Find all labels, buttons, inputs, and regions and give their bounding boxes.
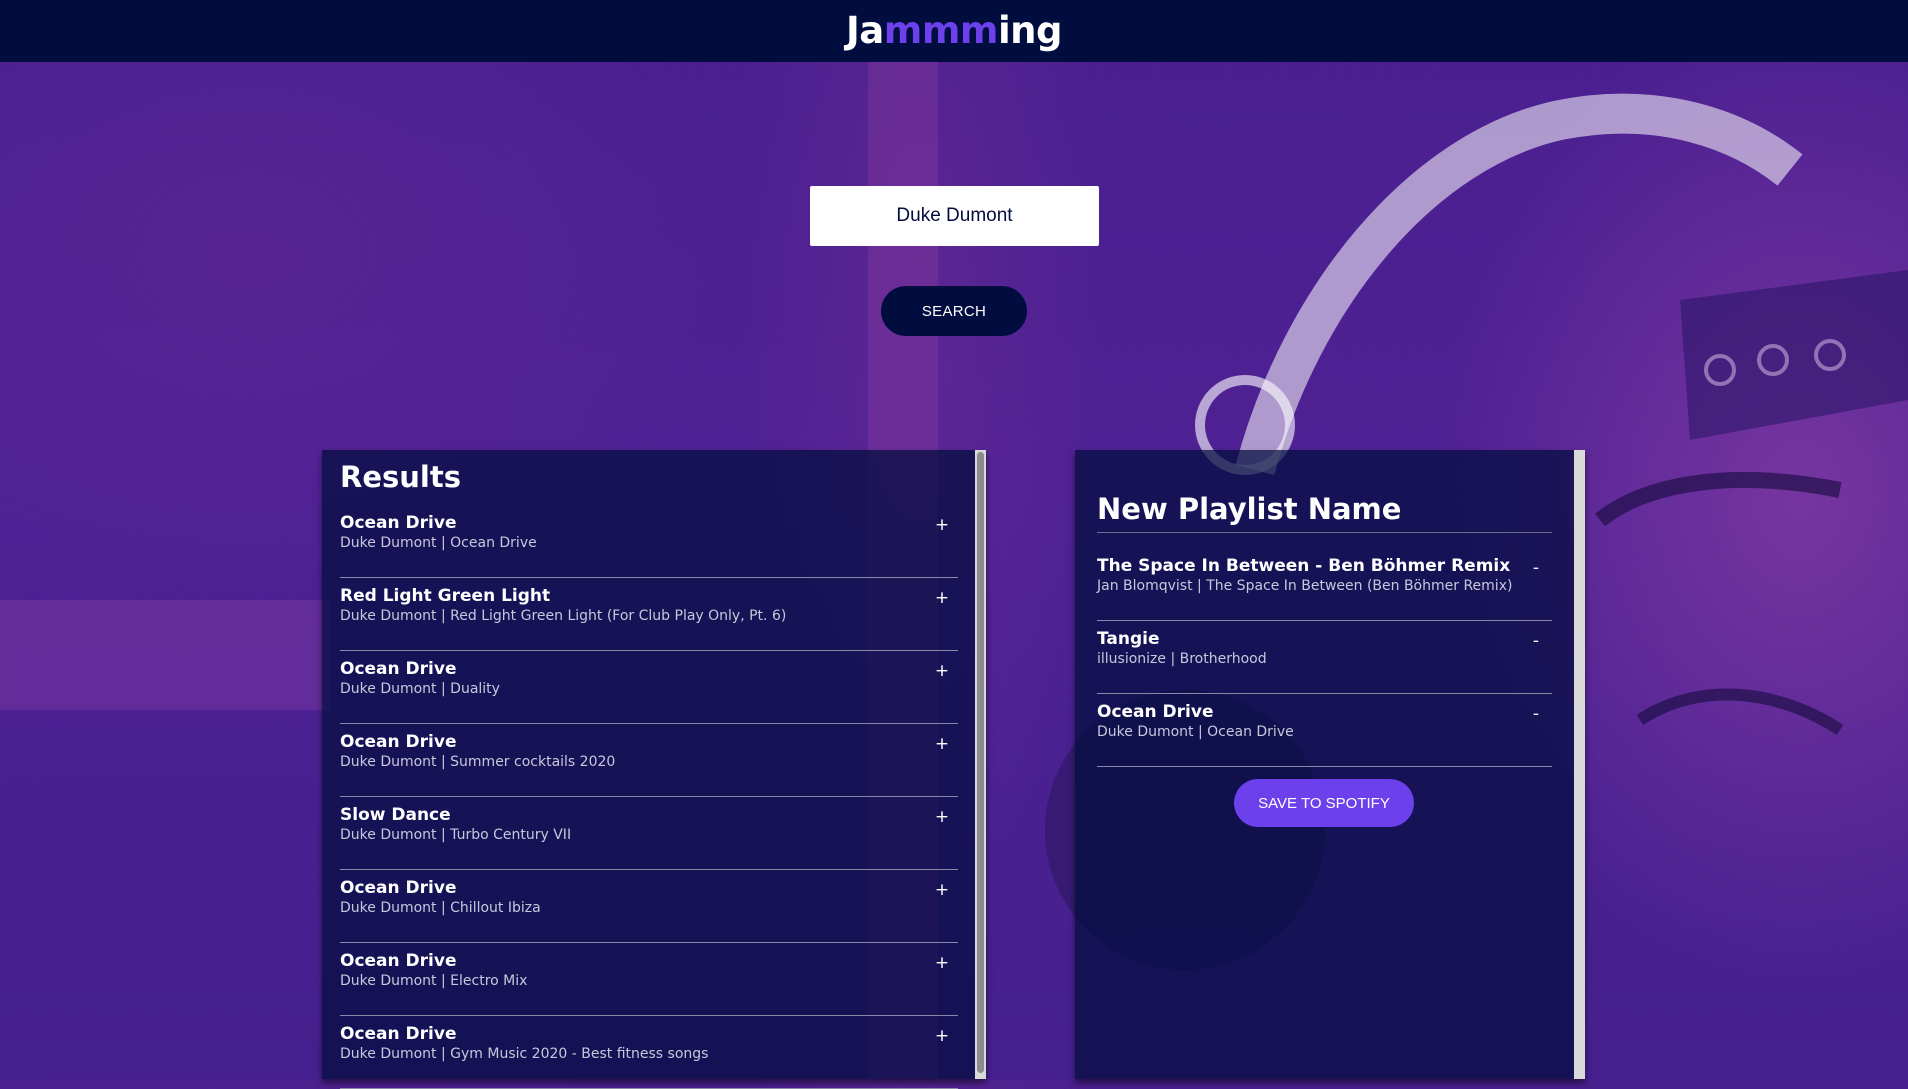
track-row: Ocean Drive Duke Dumont | Gym Music 2020 … (340, 1016, 958, 1089)
track-info: Duke Dumont | Duality (340, 681, 500, 697)
track-name: The Space In Between - Ben Böhmer Remix (1097, 556, 1511, 576)
playlist-scrollbar[interactable] (1574, 450, 1585, 1079)
track-row: Ocean Drive Duke Dumont | Duality + (340, 651, 958, 724)
app-header: Jammming (0, 0, 1908, 62)
track-info: Duke Dumont | Electro Mix (340, 973, 528, 989)
track-info: Duke Dumont | Turbo Century VII (340, 827, 572, 843)
track-row: Ocean Drive Duke Dumont | Ocean Drive - (1097, 694, 1552, 767)
track-info: Duke Dumont | Ocean Drive (340, 535, 537, 551)
save-to-spotify-button[interactable]: SAVE TO SPOTIFY (1234, 779, 1414, 827)
track-row: Ocean Drive Duke Dumont | Ocean Drive + (340, 505, 958, 578)
track-info: Jan Blomqvist | The Space In Between (Be… (1097, 578, 1513, 594)
track-name: Ocean Drive (340, 951, 457, 971)
add-track-button[interactable]: + (934, 661, 950, 681)
add-track-button[interactable]: + (934, 1026, 950, 1046)
track-info: Duke Dumont | Summer cocktails 2020 (340, 754, 616, 770)
playlist-name-input[interactable]: New Playlist Name (1097, 492, 1552, 533)
track-name: Tangie (1097, 629, 1160, 649)
track-row: Tangie illusionize | Brotherhood - (1097, 621, 1552, 694)
add-track-button[interactable]: + (934, 588, 950, 608)
track-name: Ocean Drive (340, 1024, 457, 1044)
track-name: Red Light Green Light (340, 586, 551, 606)
remove-track-button[interactable]: - (1528, 558, 1544, 578)
playlist-panel: New Playlist Name The Space In Between -… (1075, 450, 1585, 1079)
track-row: Red Light Green Light Duke Dumont | Red L… (340, 578, 958, 651)
track-info: Duke Dumont | Ocean Drive (1097, 724, 1294, 740)
track-row: Ocean Drive Duke Dumont | Chillout Ibiza + (340, 870, 958, 943)
track-name: Ocean Drive (340, 513, 457, 533)
track-name: Slow Dance (340, 805, 451, 825)
track-name: Ocean Drive (340, 732, 457, 752)
add-track-button[interactable]: + (934, 734, 950, 754)
track-info: Duke Dumont | Gym Music 2020 - Best fitn… (340, 1046, 709, 1062)
add-track-button[interactable]: + (934, 953, 950, 973)
search-button[interactable]: SEARCH (881, 286, 1027, 336)
remove-track-button[interactable]: - (1528, 704, 1544, 724)
remove-track-button[interactable]: - (1528, 631, 1544, 651)
results-title: Results (340, 460, 461, 494)
add-track-button[interactable]: + (934, 807, 950, 827)
track-row: Ocean Drive Duke Dumont | Summer cocktail… (340, 724, 958, 797)
track-name: Ocean Drive (340, 878, 457, 898)
results-panel: Results Ocean Drive Duke Dumont | Ocean D… (322, 450, 986, 1089)
track-name: Ocean Drive (340, 659, 457, 679)
results-scrollbar-thumb[interactable] (977, 452, 984, 1073)
track-info: Duke Dumont | Red Light Green Light (For… (340, 608, 787, 624)
track-info: illusionize | Brotherhood (1097, 651, 1267, 667)
track-info: Duke Dumont | Chillout Ibiza (340, 900, 541, 916)
add-track-button[interactable]: + (934, 880, 950, 900)
results-scrollbar[interactable] (975, 450, 986, 1079)
track-name: Ocean Drive (1097, 702, 1214, 722)
add-track-button[interactable]: + (934, 515, 950, 535)
search-input[interactable] (810, 186, 1099, 246)
app-logo: Jammming (846, 9, 1062, 52)
track-row: The Space In Between - Ben Böhmer Remix J… (1097, 548, 1552, 621)
track-row: Ocean Drive Duke Dumont | Electro Mix + (340, 943, 958, 1016)
track-row: Slow Dance Duke Dumont | Turbo Century VI… (340, 797, 958, 870)
